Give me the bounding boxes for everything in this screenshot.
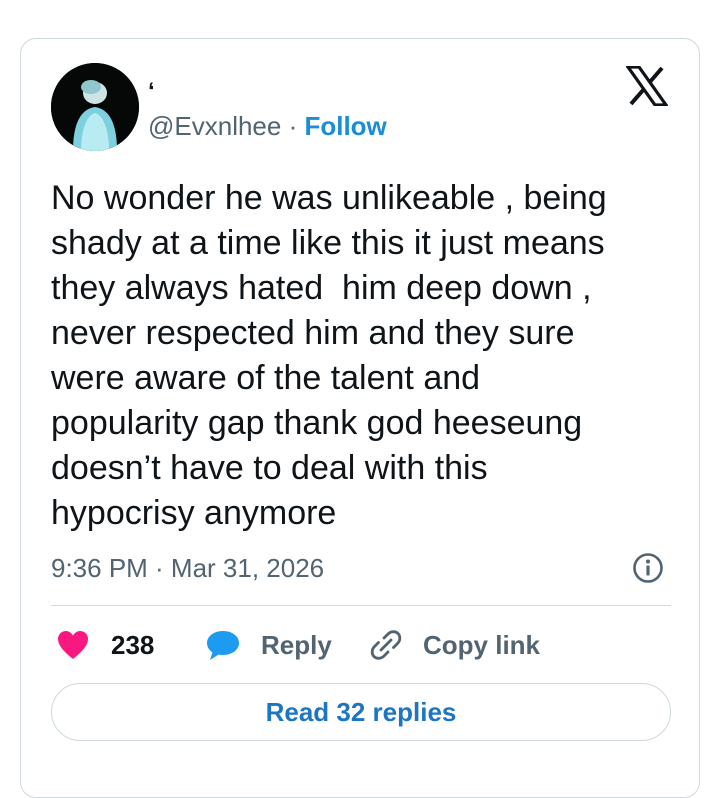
like-button[interactable]: 238 xyxy=(57,620,154,670)
heart-icon xyxy=(58,631,88,659)
avatar[interactable] xyxy=(51,63,139,151)
display-name: ‘ xyxy=(148,78,155,105)
copy-link-label: Copy link xyxy=(423,630,541,660)
like-count: 238 xyxy=(111,630,155,660)
info-icon[interactable] xyxy=(632,552,664,584)
reply-button[interactable]: Reply xyxy=(205,620,332,670)
read-replies-label: Read 32 replies xyxy=(265,696,457,727)
divider xyxy=(51,605,671,606)
x-logo-icon[interactable] xyxy=(626,66,668,106)
user-handle[interactable]: @Evxnlhee xyxy=(148,111,281,141)
reply-label: Reply xyxy=(261,630,332,660)
action-bar: 238 Reply Copy link xyxy=(51,620,671,670)
copy-link-button[interactable]: Copy link xyxy=(369,620,540,670)
separator: · xyxy=(281,111,305,141)
tweet-text: No wonder he was unlikeable , being shad… xyxy=(51,179,607,532)
speech-bubble-icon xyxy=(207,631,239,660)
tweet-timestamp[interactable]: 9:36 PM · Mar 31, 2026 xyxy=(51,551,324,585)
read-replies-button[interactable]: Read 32 replies xyxy=(51,683,671,741)
link-icon xyxy=(370,630,402,660)
follow-link[interactable]: Follow xyxy=(304,111,386,141)
handle-line: @Evxnlhee · Follow xyxy=(148,110,387,142)
